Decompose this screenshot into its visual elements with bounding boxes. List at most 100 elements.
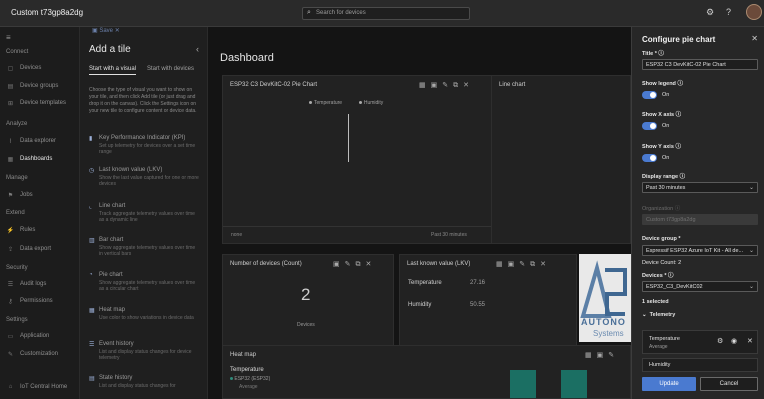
copy-icon[interactable]: ▣	[597, 352, 609, 359]
update-button[interactable]: Update	[642, 377, 696, 391]
tab-start-with-devices[interactable]: Start with devices	[147, 66, 194, 72]
edit-icon[interactable]: ✎	[608, 352, 619, 359]
title-input[interactable]: ESP32 C3 DevKitC-02 Pie Chart	[642, 59, 758, 70]
tab-start-with-visual[interactable]: Start with a visual	[89, 66, 137, 75]
chart-type-icon[interactable]: ▦	[419, 82, 431, 89]
show-x-axis-toggle[interactable]	[642, 122, 657, 130]
device-group-select[interactable]: Espressif ESP32 Azure IoT Kit - All de..…	[642, 245, 758, 256]
chevron-down-icon: ⌄	[748, 185, 754, 191]
pie-chart-tile[interactable]: ESP32 C3 DevKitC-02 Pie Chart ▦▣✎⧉✕ Temp…	[222, 75, 492, 244]
pie-footer-range: Past 30 minutes	[431, 232, 467, 238]
pie-tile-toolbar: ▦▣✎⧉✕	[419, 81, 474, 90]
nav-section-settings: Settings	[6, 317, 28, 323]
chart-type-icon[interactable]: ▦	[585, 352, 597, 359]
display-range-select[interactable]: Past 30 minutes ⌄	[642, 182, 758, 193]
heat-map-tile[interactable]: Heat map ▦▣✎ Temperature ESP32 (ESP32) A…	[222, 345, 631, 399]
dashboard-canvas: Dashboard ESP32 C3 DevKitC-02 Pie Chart …	[208, 27, 631, 399]
close-icon[interactable]: ✕	[540, 261, 551, 268]
search-input[interactable]: ⌕ Search for devices	[302, 7, 470, 20]
edit-icon[interactable]: ✎	[345, 261, 356, 268]
save-icon[interactable]: ▣	[92, 28, 98, 34]
rules-icon: ⚡	[6, 228, 15, 234]
nav-item-devices[interactable]: ▢ Devices	[0, 65, 80, 77]
app-title: Custom t73gp8a2dg	[11, 8, 84, 17]
hamburger-menu-icon[interactable]: ≡	[6, 33, 11, 42]
devices-select[interactable]: ESP32_C3_DevKitC02 ⌄	[642, 281, 758, 292]
configure-pie-chart-panel: Configure pie chart ✕ Title * ⓘ ESP32 C3…	[631, 27, 764, 399]
lkv-key-humidity: Humidity	[408, 302, 432, 308]
show-legend-toggle[interactable]	[642, 91, 657, 99]
collapse-panel-chevron-icon[interactable]: ‹	[196, 44, 199, 54]
copy-icon[interactable]: ▣	[508, 261, 520, 268]
nav-item-audit-logs[interactable]: ☰ Audit logs	[0, 281, 80, 293]
save-button[interactable]: Save	[99, 28, 113, 34]
settings-gear-icon[interactable]: ⚙	[706, 7, 714, 18]
heat-row-label: Temperature	[230, 367, 264, 373]
save-toolbar: ▣ Save ✕	[92, 27, 120, 34]
state-history-icon: ▤	[89, 376, 95, 382]
edit-icon[interactable]: ✎	[442, 82, 453, 89]
nav-item-device-groups[interactable]: ▤ Device groups	[0, 83, 80, 95]
heat-tile-toolbar: ▦▣✎	[585, 351, 619, 359]
add-tile-description: Choose the type of visual you want to sh…	[89, 87, 197, 114]
dashboards-icon: ▦	[7, 157, 14, 163]
chart-type-icon[interactable]: ▦	[496, 261, 508, 268]
data-export-icon: ⇪	[7, 247, 14, 253]
nav-item-dashboards[interactable]: ▦ Dashboards	[0, 156, 80, 168]
heat-cell-2	[561, 370, 587, 398]
copy-icon[interactable]: ▣	[333, 261, 345, 268]
help-icon[interactable]: ?	[726, 7, 731, 17]
close-icon[interactable]: ✕	[366, 261, 377, 268]
visibility-icon[interactable]: ◉	[731, 337, 737, 345]
nav-item-data-export[interactable]: ⇪ Data export	[0, 246, 80, 258]
discard-icon[interactable]: ✕	[115, 28, 120, 34]
telemetry-section[interactable]: ⌄ Telemetry	[642, 312, 675, 318]
duplicate-icon[interactable]: ⧉	[453, 82, 463, 89]
nav-item-permissions[interactable]: ⚷ Permissions	[0, 298, 80, 310]
count-tile-title: Number of devices (Count)	[230, 261, 302, 267]
line-chart-tile[interactable]: Line chart	[491, 75, 631, 244]
event-history-icon: ☰	[89, 342, 95, 348]
dashboard-title: Dashboard	[220, 52, 274, 64]
lkv-key-temperature: Temperature	[408, 280, 442, 286]
info-icon: ⓘ	[668, 273, 674, 279]
pie-footer-left: none	[231, 232, 243, 238]
legend-humidity: Humidity	[363, 100, 384, 106]
top-bar: Custom t73gp8a2dg ⌕ Search for devices ⚙…	[0, 0, 764, 27]
show-x-axis-state: On	[662, 123, 670, 129]
title-label: Title * ⓘ	[642, 51, 664, 57]
cancel-button[interactable]: Cancel	[700, 377, 758, 391]
telemetry-name: Temperature	[649, 336, 680, 342]
devices-selected-count: 1 selected	[642, 299, 669, 305]
logo-text-bottom: Systems	[593, 329, 624, 338]
info-icon: ⓘ	[677, 81, 683, 87]
close-icon[interactable]: ✕	[463, 82, 474, 89]
device-group-label: Device group *	[642, 236, 681, 242]
nav-item-iot-central-home[interactable]: ⌂ IoT Central Home	[0, 384, 80, 396]
show-y-axis-toggle[interactable]	[642, 154, 657, 162]
edit-icon[interactable]: ✎	[519, 261, 530, 268]
duplicate-icon[interactable]: ⧉	[530, 261, 540, 268]
avatar[interactable]	[746, 4, 762, 20]
telemetry-item-humidity: Humidity	[642, 358, 758, 372]
nav-item-customization[interactable]: ✎ Customization	[0, 351, 80, 363]
nav-item-data-explorer[interactable]: ⌇ Data explorer	[0, 138, 80, 150]
search-placeholder: Search for devices	[316, 10, 366, 16]
settings-gear-icon[interactable]: ⚙	[717, 337, 723, 345]
nav-item-rules[interactable]: ⚡ Rules	[0, 227, 80, 239]
display-range-label: Display range ⓘ	[642, 174, 686, 180]
telemetry-item-temperature: Temperature Average ⚙ ◉ ✕	[642, 330, 758, 354]
lkv-tile-title: Last known value (LKV)	[407, 261, 471, 267]
nav-item-jobs[interactable]: ⚑ Jobs	[0, 192, 80, 204]
chevron-down-icon: ⌄	[642, 312, 647, 318]
company-logo-tile[interactable]: AUTONO Systems	[579, 254, 631, 342]
copy-icon[interactable]: ▣	[431, 82, 443, 89]
remove-icon[interactable]: ✕	[747, 337, 753, 345]
heat-tile-title: Heat map	[230, 352, 257, 358]
count-tile-toolbar: ▣✎⧉✕	[333, 260, 376, 269]
devices-label: Devices * ⓘ	[642, 273, 674, 279]
duplicate-icon[interactable]: ⧉	[356, 261, 366, 268]
nav-item-device-templates[interactable]: ⊞ Device templates	[0, 100, 80, 112]
nav-item-application[interactable]: ▭ Application	[0, 333, 80, 345]
close-icon[interactable]: ✕	[751, 34, 758, 43]
